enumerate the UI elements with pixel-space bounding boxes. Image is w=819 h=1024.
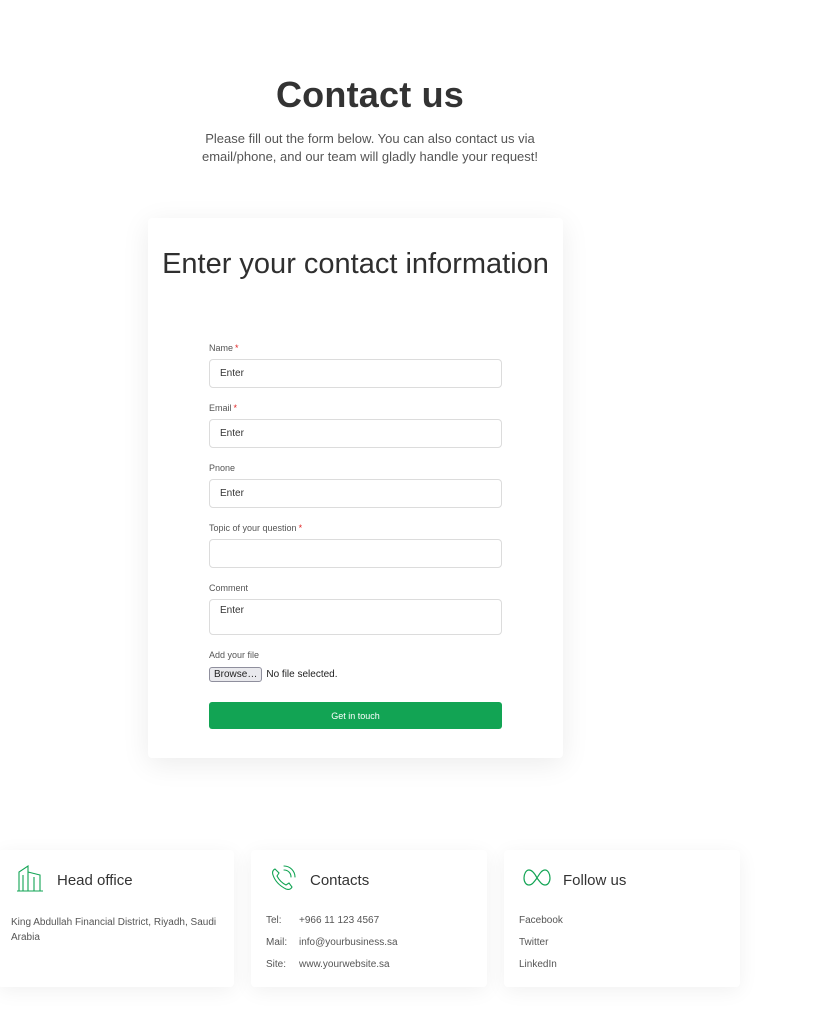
contact-form-card: Enter your contact information Name* Ema… xyxy=(148,218,563,758)
contacts-card: Contacts Tel: +966 11 123 4567 Mail: inf… xyxy=(251,850,487,987)
contact-row-tel: Tel: +966 11 123 4567 xyxy=(266,915,379,926)
contact-key: Mail: xyxy=(266,937,288,948)
follow-us-card: Follow us Facebook Twitter LinkedIn xyxy=(504,850,740,987)
phone-input[interactable] xyxy=(209,479,502,508)
phone-label: Pnone xyxy=(209,463,235,473)
email-label: Email * xyxy=(209,403,237,413)
browse-button[interactable]: Browse… xyxy=(209,667,263,682)
file-status: No file selected. xyxy=(266,669,338,680)
name-input[interactable] xyxy=(209,359,502,388)
form-heading: Enter your contact information xyxy=(162,248,549,280)
meta-icon xyxy=(522,863,551,893)
contact-key: Tel: xyxy=(266,915,282,926)
page-title: Contact us xyxy=(275,74,464,115)
required-mark: * xyxy=(233,403,238,413)
facebook-link[interactable]: Facebook xyxy=(519,915,563,926)
phone-icon xyxy=(269,863,297,893)
contact-value[interactable]: info@yourbusiness.sa xyxy=(299,937,398,948)
office-address: King Abdullah Financial District, Riyadh… xyxy=(11,917,217,943)
follow-us-title: Follow us xyxy=(563,872,627,889)
contact-row-mail: Mail: info@yourbusiness.sa xyxy=(266,937,398,948)
comment-textarea[interactable] xyxy=(209,599,502,635)
name-label: Name * xyxy=(209,343,239,353)
head-office-card: Head office King Abdullah Financial Dist… xyxy=(0,850,234,987)
file-label: Add your file xyxy=(209,650,259,660)
email-input[interactable] xyxy=(209,419,502,448)
name-label-text: Name xyxy=(209,343,234,353)
building-icon xyxy=(16,863,44,893)
comment-label-text: Comment xyxy=(209,583,249,593)
contact-row-site: Site: www.yourwebsite.sa xyxy=(266,959,390,970)
topic-label: Topic of your question * xyxy=(209,523,302,533)
topic-label-text: Topic of your question xyxy=(209,523,297,533)
linkedin-link[interactable]: LinkedIn xyxy=(519,959,557,970)
page-subtitle: Please fill out the form below. You can … xyxy=(201,131,539,164)
topic-input[interactable] xyxy=(209,539,502,568)
contact-value[interactable]: +966 11 123 4567 xyxy=(299,915,379,926)
get-in-touch-button[interactable]: Get in touch xyxy=(209,702,502,729)
file-input: Browse… No file selected. xyxy=(209,667,338,682)
email-label-text: Email xyxy=(209,403,232,413)
twitter-link[interactable]: Twitter xyxy=(519,937,548,948)
contacts-title: Contacts xyxy=(310,872,370,889)
comment-label: Comment xyxy=(209,583,248,593)
contact-value[interactable]: www.yourwebsite.sa xyxy=(299,959,390,970)
phone-label-text: Pnone xyxy=(209,463,236,473)
contact-key: Site: xyxy=(266,959,287,970)
required-mark: * xyxy=(235,343,239,353)
required-mark: * xyxy=(298,523,303,533)
head-office-title: Head office xyxy=(57,872,133,889)
file-label-text: Add your file xyxy=(209,650,260,660)
